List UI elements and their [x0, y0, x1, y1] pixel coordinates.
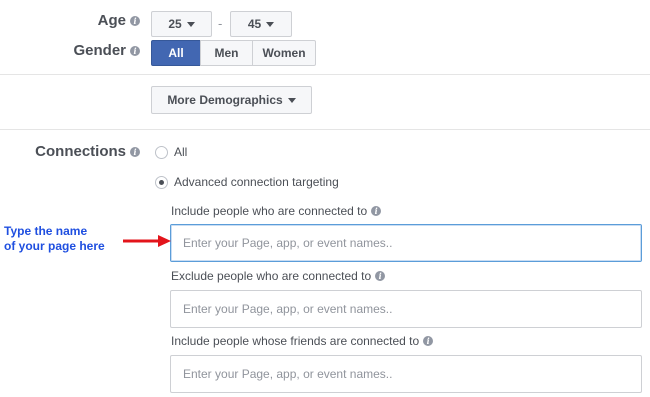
exclude-connected-input[interactable]	[170, 290, 642, 328]
info-icon[interactable]: i	[130, 146, 140, 157]
divider	[0, 74, 650, 75]
red-arrow-icon	[123, 235, 171, 247]
caret-down-icon	[266, 21, 275, 27]
gender-all-button[interactable]: All	[151, 40, 201, 66]
caret-down-icon	[287, 97, 296, 103]
gender-women-button[interactable]: Women	[252, 40, 316, 66]
caret-down-icon	[186, 21, 195, 27]
divider	[0, 129, 650, 130]
gender-segmented-control: All Men Women	[151, 40, 316, 66]
annotation-text: Type the name of your page here	[4, 224, 105, 253]
exclude-connected-label: Exclude people who are connected to i	[171, 269, 386, 283]
age-separator: -	[218, 16, 223, 31]
include-connected-label: Include people who are connected to i	[171, 204, 382, 218]
age-max-select[interactable]: 45	[230, 11, 292, 37]
radio-unchecked-icon[interactable]	[155, 145, 168, 159]
friends-connected-label: Include people whose friends are connect…	[171, 334, 434, 348]
connections-label: Connections i	[35, 143, 140, 160]
info-icon[interactable]: i	[375, 271, 386, 281]
connections-all-radio[interactable]: All	[155, 145, 187, 159]
more-demographics-button[interactable]: More Demographics	[151, 86, 312, 114]
age-label: Age i	[98, 12, 140, 29]
info-icon[interactable]: i	[371, 206, 382, 216]
gender-label: Gender i	[73, 42, 140, 59]
radio-checked-icon[interactable]	[155, 175, 168, 189]
info-icon[interactable]: i	[130, 15, 140, 26]
info-icon[interactable]: i	[423, 336, 434, 346]
age-min-select[interactable]: 25	[151, 11, 212, 37]
include-connected-input[interactable]	[170, 224, 642, 262]
gender-men-button[interactable]: Men	[200, 40, 253, 66]
friends-connected-input[interactable]	[170, 355, 642, 393]
connections-advanced-radio[interactable]: Advanced connection targeting	[155, 175, 339, 189]
info-icon[interactable]: i	[130, 45, 140, 56]
